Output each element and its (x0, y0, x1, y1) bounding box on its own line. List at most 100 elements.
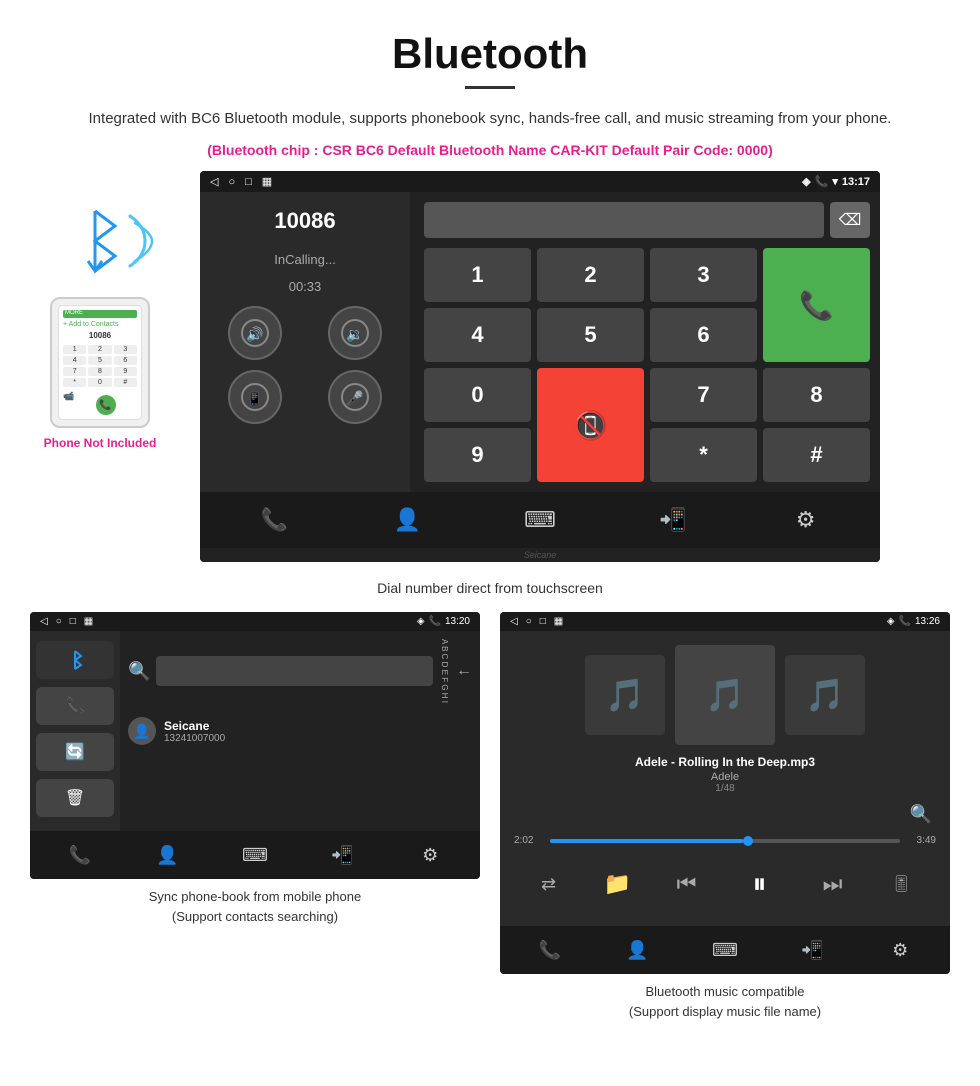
dial-key-star[interactable]: * (650, 428, 757, 482)
end-call-button[interactable]: 📵 (537, 368, 644, 482)
notification-icon: ▦ (262, 175, 272, 188)
pb-contact-row[interactable]: 👤 Seicane 13241007000 (128, 711, 472, 751)
music-status-bar: ◁ ○ □ ▦ ◈ 📞 13:26 (500, 612, 950, 631)
album-art-main: 🎵 (675, 645, 775, 745)
call-transfer-button[interactable]: 📱 (228, 370, 282, 424)
dial-key-5[interactable]: 5 (537, 308, 644, 362)
dial-key-8[interactable]: 8 (763, 368, 870, 422)
music-nav-contacts[interactable]: 👤 (619, 932, 655, 968)
nav-dialpad-icon[interactable]: ⌨ (520, 500, 560, 540)
phone-aside: MORE + Add to Contacts 10086 123 456 789… (20, 171, 180, 450)
pb-contact-number: 13241007000 (164, 733, 225, 744)
nav-settings-icon[interactable]: ⚙ (786, 500, 826, 540)
music-folder-btn[interactable]: 📁 (600, 866, 636, 902)
music-sq-nav: □ (540, 616, 546, 627)
music-back-nav: ◁ (510, 616, 518, 627)
volume-down-button[interactable]: 🔉 (328, 306, 382, 360)
svg-text:🔊: 🔊 (246, 325, 263, 343)
music-main: 🎵 🎵 🎵 Adele - Rolling In the Deep.mp3 Ad… (500, 631, 950, 926)
music-next-btn[interactable]: ⏭ (815, 866, 851, 902)
pb-nav-calls[interactable]: 📞 (62, 837, 98, 873)
dial-key-0[interactable]: 0 (424, 368, 531, 422)
pb-back-btn[interactable]: ← (456, 662, 472, 680)
music-progress-bar[interactable] (550, 839, 900, 843)
music-search-icon[interactable]: 🔍 (910, 804, 932, 825)
pb-nav-dialpad[interactable]: ⌨ (237, 837, 273, 873)
nav-contacts-icon[interactable]: 👤 (387, 500, 427, 540)
mute-button[interactable]: 🎤 (328, 370, 382, 424)
dial-key-7[interactable]: 7 (650, 368, 757, 422)
dial-key-9[interactable]: 9 (424, 428, 531, 482)
answer-call-button[interactable]: 📞 (763, 248, 870, 362)
mic-icon: 🎤 (341, 383, 369, 411)
pb-call-icon: 📞 (429, 616, 441, 627)
music-notif: ▦ (554, 616, 563, 627)
dial-main: 10086 InCalling... 00:33 🔊 🔉 (200, 192, 880, 492)
music-current-time: 2:02 (514, 835, 544, 846)
music-nav-calls[interactable]: 📞 (532, 932, 568, 968)
music-screen: ◁ ○ □ ▦ ◈ 📞 13:26 🎵 🎵 🎵 (500, 612, 950, 974)
page-header: Bluetooth Integrated with BC6 Bluetooth … (0, 0, 980, 171)
phonebook-caption-1: Sync phone-book from mobile phone (149, 889, 361, 904)
nav-calls-icon[interactable]: 📞 (254, 500, 294, 540)
music-play-btn[interactable]: ⏸ (738, 862, 782, 906)
volume-up-button[interactable]: 🔊 (228, 306, 282, 360)
music-caption-2: (Support display music file name) (629, 1004, 821, 1019)
pb-back-nav: ◁ (40, 616, 48, 627)
music-progress-dot (743, 836, 753, 846)
nav-transfer-icon[interactable]: 📲 (653, 500, 693, 540)
backspace-button[interactable]: ⌫ (830, 202, 870, 238)
music-info: Adele - Rolling In the Deep.mp3 Adele 1/… (635, 755, 815, 794)
pb-alpha-list: A B C D E F G H I (439, 639, 450, 703)
pb-nav-transfer[interactable]: 📲 (325, 837, 361, 873)
dial-key-2[interactable]: 2 (537, 248, 644, 302)
dial-key-6[interactable]: 6 (650, 308, 757, 362)
pb-nav-settings[interactable]: ⚙ (412, 837, 448, 873)
pb-nav-contacts[interactable]: 👤 (149, 837, 185, 873)
album-art-row: 🎵 🎵 🎵 (585, 645, 865, 745)
nav-home-icon: ○ (228, 176, 235, 188)
pb-bluetooth-btn[interactable] (36, 641, 114, 679)
music-nav-settings[interactable]: ⚙ (882, 932, 918, 968)
pb-sync-btn[interactable]: 🔄 (36, 733, 114, 771)
dial-key-3[interactable]: 3 (650, 248, 757, 302)
volume-down-icon: 🔉 (341, 319, 369, 347)
phonebook-caption: Sync phone-book from mobile phone (Suppo… (139, 879, 371, 934)
call-icon: 📞 (815, 175, 829, 188)
dial-key-1[interactable]: 1 (424, 248, 531, 302)
dial-key-4[interactable]: 4 (424, 308, 531, 362)
music-shuffle-btn[interactable]: ⇄ (531, 866, 567, 902)
music-count: 1/48 (635, 783, 815, 794)
music-nav-transfer[interactable]: 📲 (795, 932, 831, 968)
music-eq-btn[interactable]: 🎚 (884, 866, 920, 902)
pb-sidebar: 📞 🔄 🗑 (30, 631, 120, 831)
pb-loc-icon: ◈ (417, 616, 425, 627)
in-calling-label: InCalling... (274, 252, 335, 267)
pb-sq-nav: □ (70, 616, 76, 627)
dial-number: 10086 (274, 202, 335, 240)
svg-text:📱: 📱 (247, 391, 263, 406)
pb-search-bar[interactable] (156, 656, 432, 686)
music-prev-btn[interactable]: ⏮ (669, 866, 705, 902)
music-nav-bar: 📞 👤 ⌨ 📲 ⚙ (500, 926, 950, 974)
pb-search-row: 🔍 A B C D E F G H I ← (128, 639, 472, 703)
location-icon: ◈ (802, 175, 810, 188)
dial-left-panel: 10086 InCalling... 00:33 🔊 🔉 (200, 192, 410, 492)
svg-text:🎤: 🎤 (346, 389, 364, 407)
music-time: 13:26 (915, 616, 940, 627)
music-controls-row: ⇄ 📁 ⏮ ⏸ ⏭ 🎚 (514, 856, 936, 912)
music-total-time: 3:49 (906, 835, 936, 846)
music-home-nav: ○ (526, 616, 532, 627)
music-nav-dialpad[interactable]: ⌨ (707, 932, 743, 968)
music-loc-icon: ◈ (887, 616, 895, 627)
wifi-icon: ▾ (832, 175, 838, 188)
pb-phone-btn[interactable]: 📞 (36, 687, 114, 725)
phone-mock: MORE + Add to Contacts 10086 123 456 789… (50, 297, 150, 428)
dial-key-hash[interactable]: # (763, 428, 870, 482)
pb-delete-btn[interactable]: 🗑 (36, 779, 114, 817)
music-item: ◁ ○ □ ▦ ◈ 📞 13:26 🎵 🎵 🎵 (490, 612, 960, 1029)
album-art-next: 🎵 (785, 655, 865, 735)
dial-input-field[interactable] (424, 202, 824, 238)
dial-pad: 1 2 3 📞 4 5 6 0 📵 7 8 9 * # (424, 248, 870, 482)
dial-section: MORE + Add to Contacts 10086 123 456 789… (0, 171, 980, 562)
